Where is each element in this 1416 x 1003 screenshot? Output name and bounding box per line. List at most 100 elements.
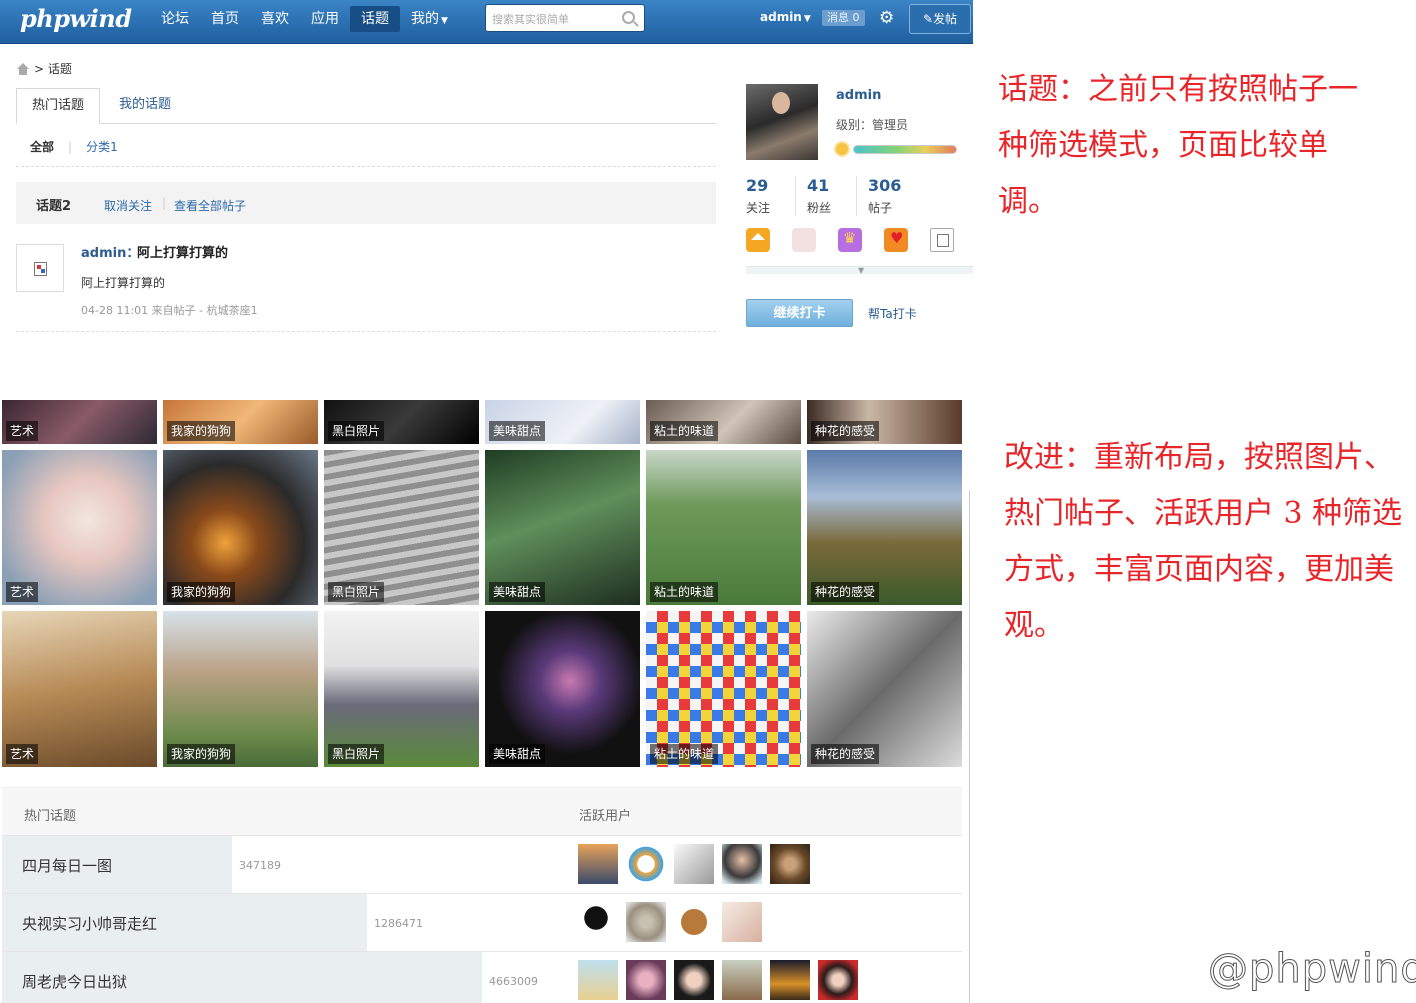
filter-category-1[interactable]: 分类1 <box>86 138 118 155</box>
image-tile[interactable]: 粘土的味道 <box>646 400 801 444</box>
avatar[interactable] <box>818 960 858 1000</box>
image-tile[interactable]: 粘土的味道 <box>646 450 801 605</box>
profile-level: 级别：管理员 <box>836 118 909 132</box>
nav-item-likes[interactable]: 喜欢 <box>250 6 300 32</box>
stat-following[interactable]: 29 关注 <box>746 176 770 216</box>
filter-all[interactable]: 全部 <box>30 138 54 155</box>
nav-item-home[interactable]: 首页 <box>200 6 250 32</box>
image-tile[interactable]: 美味甜点 <box>485 450 640 605</box>
edit-icon: ✎ <box>922 12 934 26</box>
profile-name[interactable]: admin <box>836 88 881 103</box>
view-all-posts-link[interactable]: 查看全部帖子 <box>174 197 246 214</box>
broken-image-icon <box>34 262 47 276</box>
stat-fans[interactable]: 41 粉丝 <box>807 176 831 216</box>
image-tile[interactable]: 黑白照片 <box>324 450 479 605</box>
avatar[interactable] <box>722 844 762 884</box>
image-tile[interactable]: 种花的感受 <box>807 611 962 767</box>
image-tile[interactable]: 种花的感受 <box>807 450 962 605</box>
avatar[interactable] <box>722 960 762 1000</box>
search-input[interactable] <box>492 10 612 28</box>
stat-number: 41 <box>807 176 830 195</box>
hot-topic-name[interactable]: 四月每日一图 <box>22 855 112 876</box>
topic-title: 话题2 <box>36 199 72 214</box>
stat-label: 粉丝 <box>807 201 832 215</box>
image-tile[interactable]: 艺术 <box>2 450 157 605</box>
nav-item-apps[interactable]: 应用 <box>300 6 350 32</box>
chevron-down-icon[interactable]: ▼ <box>858 266 864 275</box>
post-button[interactable]: ✎发帖 <box>909 4 971 34</box>
hot-topic-name[interactable]: 央视实习小帅哥走红 <box>22 913 157 934</box>
tab-my-topics[interactable]: 我的话题 <box>104 88 186 124</box>
tab-hot-topics[interactable]: 热门话题 <box>16 88 101 124</box>
image-tile[interactable]: 我家的狗狗 <box>163 400 318 444</box>
avatar[interactable] <box>626 960 666 1000</box>
avatar[interactable] <box>578 960 618 1000</box>
image-tile[interactable]: 粘土的味道 <box>646 611 801 767</box>
avatar[interactable] <box>578 844 618 884</box>
image-tile[interactable]: 黑白照片 <box>324 400 479 444</box>
image-tile[interactable]: 种花的感受 <box>807 400 962 444</box>
home-icon[interactable] <box>16 62 30 75</box>
post-author[interactable]: admin： <box>81 242 139 261</box>
user-menu[interactable]: admin ▼ <box>760 10 811 24</box>
image-tile-row: 艺术 我家的狗狗 黑白照片 美味甜点 粘土的味道 种花的感受 <box>2 400 962 444</box>
avatar[interactable] <box>626 902 666 942</box>
tile-label: 粘土的味道 <box>650 582 719 602</box>
avatar[interactable] <box>674 960 714 1000</box>
heart-icon[interactable] <box>884 228 908 252</box>
home-medal-icon[interactable] <box>746 228 770 252</box>
avatar[interactable] <box>674 844 714 884</box>
divider <box>969 490 970 1003</box>
nav-item-topics[interactable]: 话题 <box>350 6 400 32</box>
hot-topic-row[interactable]: 央视实习小帅哥走红 1286471 <box>2 894 962 952</box>
post-button-label: 发帖 <box>933 12 958 26</box>
profile-avatar[interactable] <box>746 84 818 160</box>
broken-image-icon[interactable] <box>930 228 954 252</box>
image-tile[interactable]: 美味甜点 <box>485 400 640 444</box>
stat-posts[interactable]: 306 帖子 <box>868 176 901 216</box>
post-subject[interactable]: 阿上打算打算的 <box>137 242 228 261</box>
avatar[interactable] <box>770 960 810 1000</box>
unfollow-link[interactable]: 取消关注 <box>104 197 152 214</box>
messages-badge[interactable]: 消息 0 <box>822 10 865 26</box>
active-user-list <box>578 844 810 884</box>
crown-icon[interactable] <box>838 228 862 252</box>
picture-medal-icon[interactable] <box>792 228 816 252</box>
hot-topic-name[interactable]: 周老虎今日出狱 <box>22 971 127 992</box>
image-tile[interactable]: 黑白照片 <box>324 611 479 767</box>
image-tile[interactable]: 我家的狗狗 <box>163 450 318 605</box>
image-tile[interactable]: 我家的狗狗 <box>163 611 318 767</box>
avatar[interactable] <box>16 244 64 292</box>
panel-header: 热门话题 活跃用户 <box>2 788 962 836</box>
hot-topic-row[interactable]: 周老虎今日出狱 4663009 <box>2 952 962 1003</box>
top-navbar: phpwind 论坛 首页 喜欢 应用 话题 我的▼ admin▼ 消息 0 ⚙… <box>0 0 973 44</box>
nav-item-forum[interactable]: 论坛 <box>150 6 200 32</box>
image-tile[interactable]: 艺术 <box>2 400 157 444</box>
tile-label: 种花的感受 <box>811 582 880 602</box>
stat-number: 29 <box>746 176 769 195</box>
hot-topic-row[interactable]: 四月每日一图 347189 <box>2 836 962 894</box>
tile-label: 黑白照片 <box>328 744 385 764</box>
tile-label: 我家的狗狗 <box>167 582 236 602</box>
help-punch-link[interactable]: 帮Ta打卡 <box>868 305 917 322</box>
tile-label: 美味甜点 <box>489 744 546 764</box>
annotation-after: 改进：重新布局，按照图片、热门帖子、活跃用户 3 种筛选方式，丰富页面内容，更加… <box>1004 440 1403 643</box>
gear-icon[interactable]: ⚙ <box>879 8 894 28</box>
avatar[interactable] <box>770 844 810 884</box>
nav-item-mine[interactable]: 我的 ▼ <box>400 6 459 32</box>
image-tile[interactable]: 美味甜点 <box>485 611 640 767</box>
topic-header: 话题2 取消关注 | 查看全部帖子 <box>16 182 716 224</box>
stat-label: 帖子 <box>868 201 893 215</box>
annotation-before: 话题：之前只有按照帖子一种筛选模式，页面比较单调。 <box>998 72 1358 219</box>
user-name: admin <box>760 10 802 24</box>
sun-icon <box>836 143 848 155</box>
avatar[interactable] <box>578 902 618 942</box>
search-icon[interactable] <box>622 11 635 24</box>
avatar[interactable] <box>674 902 714 942</box>
logo[interactable]: phpwind <box>20 4 132 33</box>
avatar[interactable] <box>626 844 666 884</box>
breadcrumb: > 话题 <box>16 60 72 77</box>
avatar[interactable] <box>722 902 762 942</box>
image-tile[interactable]: 艺术 <box>2 611 157 767</box>
punch-card-button[interactable]: 继续打卡 <box>746 299 853 327</box>
